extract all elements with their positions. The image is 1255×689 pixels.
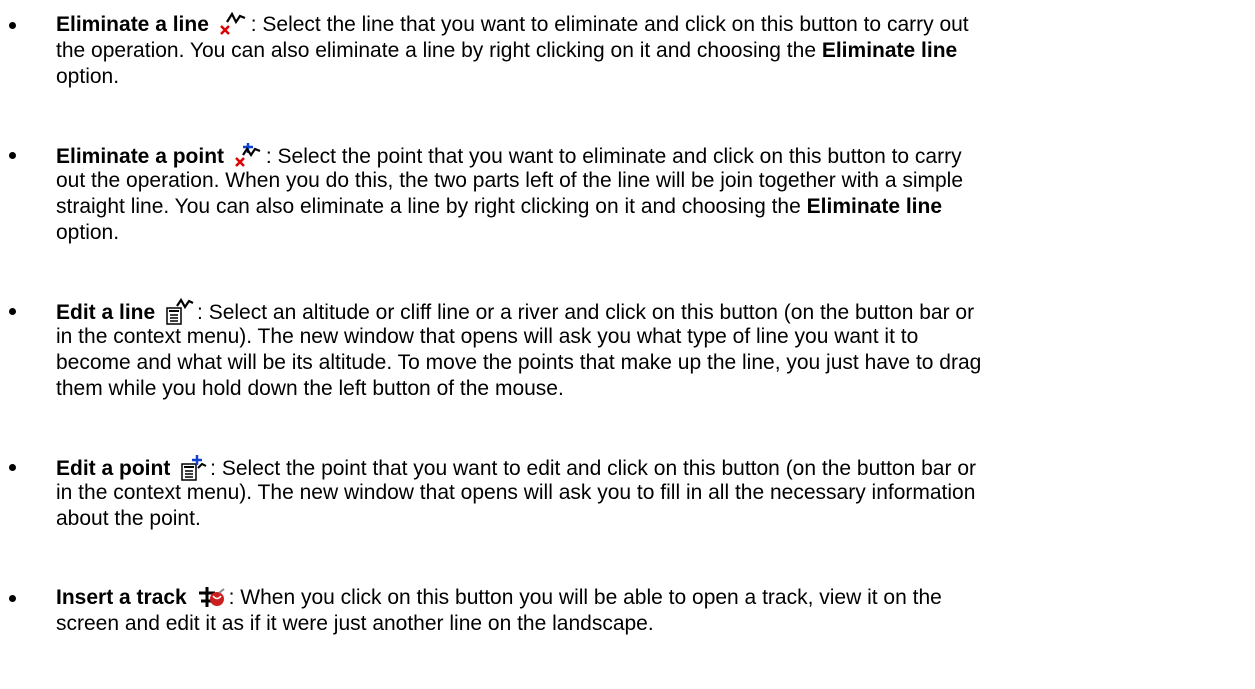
text-line: in the context menu). The new window tha… (56, 325, 919, 348)
bullet (9, 595, 16, 602)
text-line: about the point. (56, 507, 201, 530)
text-line: out the operation. When you do this, the… (56, 169, 964, 192)
bullet (9, 308, 16, 315)
line-3: straight line. You can also eliminate a … (56, 194, 942, 220)
line-2: screen and edit it as if it were just an… (56, 611, 654, 637)
bullet (9, 22, 16, 29)
text-line: become and what will be its altitude. To… (56, 351, 982, 374)
line-4: option. (56, 220, 119, 246)
line-2: out the operation. When you do this, the… (56, 168, 963, 194)
text-line: : When you click on this button you will… (228, 586, 942, 609)
line-2: the operation. You can also eliminate a … (56, 38, 957, 64)
line-2: in the context menu). The new window tha… (56, 324, 918, 350)
term-inline: Eliminate line (806, 195, 943, 218)
line-2: in the context menu). The new window tha… (56, 480, 975, 506)
line-1: Eliminate a line : Select the line that … (56, 12, 969, 38)
text-line: : Select an altitude or cliff line or a … (197, 301, 975, 324)
text-line: : Select the line that you want to elimi… (250, 13, 969, 36)
line-1: Insert a track : When you click on this … (56, 585, 942, 611)
line-3: option. (56, 64, 119, 90)
text-line: the operation. You can also eliminate a … (56, 39, 822, 62)
line-1: Eliminate a point : Select the point tha… (56, 142, 962, 168)
term-label: Edit a line (56, 301, 156, 324)
text-line: option. (56, 221, 120, 244)
text-line: them while you hold down the left button… (56, 377, 564, 400)
edit-line-icon (165, 298, 195, 326)
text-line: screen and edit it as if it were just an… (56, 612, 654, 635)
term-label: Edit a point (56, 457, 171, 480)
text-line: : Select the point that you want to edit… (210, 457, 976, 480)
line-4: them while you hold down the left button… (56, 376, 564, 402)
bullet (9, 152, 16, 159)
term-inline: Eliminate line (821, 39, 958, 62)
eliminate-point-icon (234, 142, 264, 170)
term-label: Eliminate a line (56, 13, 209, 36)
bullet (9, 464, 16, 471)
line-1: Edit a line : Select an altitude or clif… (56, 298, 975, 326)
insert-track-icon (197, 585, 227, 611)
line-1: Edit a point : Select the point that you… (56, 454, 976, 482)
term-label: Eliminate a point (56, 145, 225, 168)
line-3: become and what will be its altitude. To… (56, 350, 981, 376)
edit-point-icon (180, 454, 208, 482)
text-line: option. (56, 65, 120, 88)
text-line: straight line. You can also eliminate a … (56, 195, 807, 218)
help-document: Eliminate a line : Select the line that … (0, 0, 1255, 689)
line-3: about the point. (56, 506, 201, 532)
eliminate-line-icon (219, 12, 249, 38)
term-label: Insert a track (56, 586, 187, 609)
text-line: : Select the point that you want to elim… (265, 145, 962, 168)
text-line: in the context menu). The new window tha… (56, 481, 976, 504)
